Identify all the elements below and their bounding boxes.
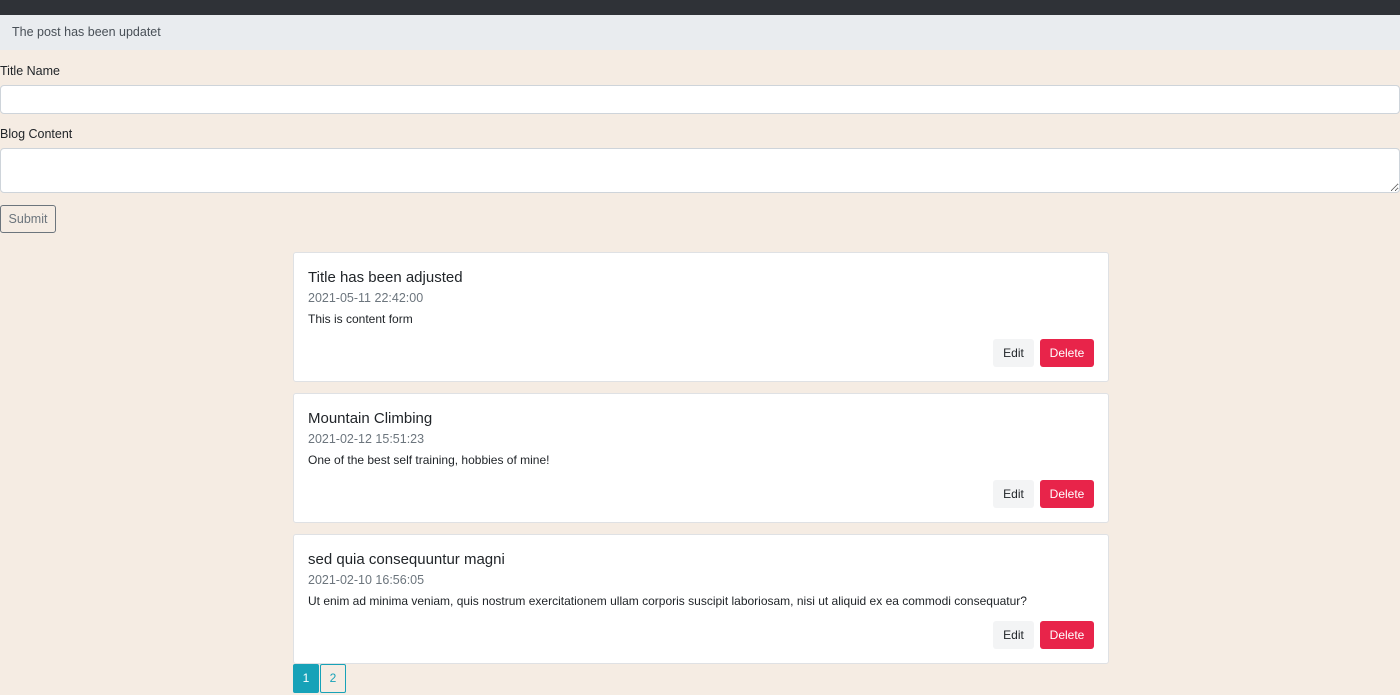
post-list: Title has been adjusted 2021-05-11 22:42… (293, 252, 1109, 675)
post-date: 2021-02-10 16:56:05 (308, 573, 425, 587)
pagination: 1 2 (293, 664, 346, 693)
post-form: Title Name Blog Content Submit (0, 64, 1400, 233)
alert-message: The post has been updatet (12, 25, 161, 39)
post-actions: Edit Delete (993, 621, 1094, 649)
post-actions: Edit Delete (993, 480, 1094, 508)
post-date: 2021-02-12 15:51:23 (308, 432, 425, 446)
post-card: Mountain Climbing 2021-02-12 15:51:23 On… (293, 393, 1109, 523)
post-content: This is content form (308, 312, 413, 326)
page-link-1[interactable]: 1 (293, 664, 319, 693)
edit-button[interactable]: Edit (993, 621, 1034, 649)
page-link-2[interactable]: 2 (320, 664, 346, 693)
post-content: One of the best self training, hobbies o… (308, 453, 550, 467)
blog-content-label: Blog Content (0, 127, 73, 141)
post-card: Title has been adjusted 2021-05-11 22:42… (293, 252, 1109, 382)
post-card: sed quia consequuntur magni 2021-02-10 1… (293, 534, 1109, 664)
post-actions: Edit Delete (993, 339, 1094, 367)
blog-content-textarea[interactable] (0, 148, 1400, 193)
submit-button[interactable]: Submit (0, 205, 56, 233)
post-title: sed quia consequuntur magni (308, 551, 505, 568)
delete-button[interactable]: Delete (1040, 480, 1094, 508)
post-title: Title has been adjusted (308, 269, 463, 286)
delete-button[interactable]: Delete (1040, 339, 1094, 367)
edit-button[interactable]: Edit (993, 339, 1034, 367)
post-date: 2021-05-11 22:42:00 (308, 291, 424, 305)
edit-button[interactable]: Edit (993, 480, 1034, 508)
post-content: Ut enim ad minima veniam, quis nostrum e… (308, 594, 1027, 608)
delete-button[interactable]: Delete (1040, 621, 1094, 649)
post-title: Mountain Climbing (308, 410, 433, 427)
status-alert: The post has been updatet (0, 15, 1400, 50)
title-name-input[interactable] (0, 85, 1400, 114)
title-name-label: Title Name (0, 64, 60, 78)
top-navbar (0, 0, 1400, 15)
